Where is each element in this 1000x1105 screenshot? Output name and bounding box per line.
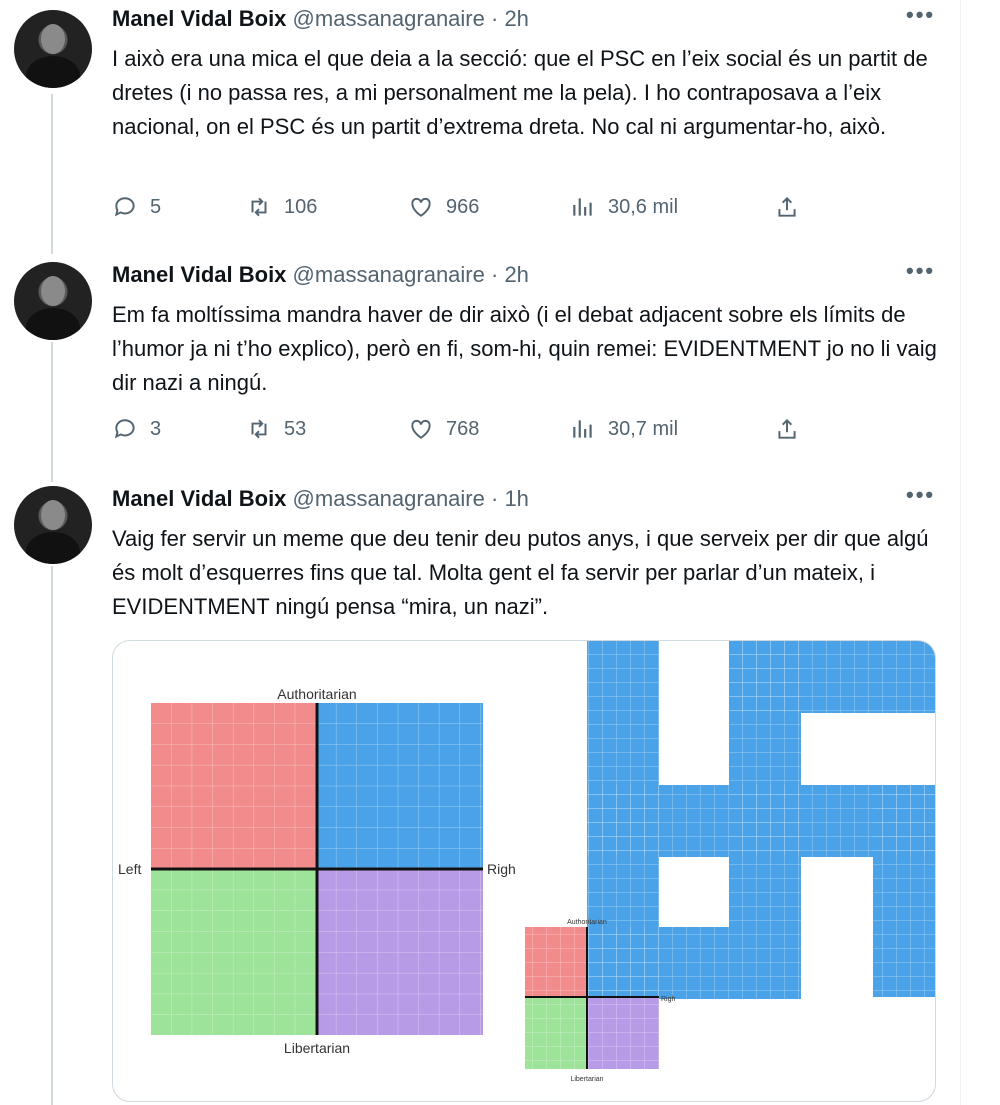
reply-icon [114,197,135,217]
retweet-count: 106 [284,195,318,218]
more-icon[interactable]: ••• [906,2,935,28]
compass-label-bottom: Libertarian [284,1040,350,1056]
retweet-icon [251,197,267,217]
tweet-time[interactable]: · 2h [491,6,529,31]
small-compass-label-top: Authoritarian [567,919,607,926]
share-button[interactable] [774,416,800,442]
reply-button[interactable]: 3 [112,416,161,442]
tweet-header: Manel Vidal Boix @massanagranaire · 2h [112,262,529,288]
tweet-time[interactable]: · 2h [491,262,529,287]
views-icon [573,420,592,438]
tweet-header: Manel Vidal Boix @massanagranaire · 2h [112,6,529,32]
more-icon[interactable]: ••• [906,482,935,508]
small-compass-label-right: Righ [661,996,676,1003]
more-icon[interactable]: ••• [906,258,935,284]
compass-label-top: Authoritarian [277,686,356,702]
share-icon [778,196,796,217]
author-name[interactable]: Manel Vidal Boix [112,486,286,511]
compass-label-right: Righ [487,861,516,877]
views-button[interactable]: 30,7 mil [570,416,678,442]
tweet-header: Manel Vidal Boix @massanagranaire · 1h [112,486,529,512]
retweet-count: 53 [284,417,307,440]
meme-image: Authoritarian Libertarian Left Righ Auth… [118,641,935,1083]
like-button[interactable]: 768 [408,416,479,442]
reply-count: 3 [150,417,162,440]
retweet-button[interactable]: 53 [246,416,306,442]
avatar[interactable] [14,262,92,340]
compass-label-left: Left [118,861,141,877]
share-icon [778,418,796,439]
like-icon [411,419,431,439]
tweet-media[interactable]: Authoritarian Libertarian Left Righ Auth… [112,640,936,1102]
tweet-actions: 3 53 768 30,7 mil [112,416,812,446]
author-name[interactable]: Manel Vidal Boix [112,262,286,287]
views-button[interactable]: 30,6 mil [570,194,678,220]
retweet-button[interactable]: 106 [246,194,317,220]
views-count: 30,7 mil [608,417,679,440]
reply-count: 5 [150,195,162,218]
tweet-text: Em fa moltíssima mandra haver de dir aix… [112,302,937,395]
tweet[interactable]: Manel Vidal Boix @massanagranaire · 2h •… [0,2,960,246]
tweet-text: I això era una mica el que deia a la sec… [112,46,928,139]
avatar[interactable] [14,10,92,88]
author-name[interactable]: Manel Vidal Boix [112,6,286,31]
views-count: 30,6 mil [608,195,679,218]
like-count: 966 [446,195,480,218]
author-handle[interactable]: @massanagranaire [293,6,485,31]
like-count: 768 [446,417,480,440]
author-handle[interactable]: @massanagranaire [293,486,485,511]
tweet-actions: 5 106 966 30,6 mil [112,194,812,224]
reply-icon [114,419,135,439]
avatar[interactable] [14,486,92,564]
share-button[interactable] [774,194,800,220]
retweet-icon [251,419,267,439]
reply-button[interactable]: 5 [112,194,161,220]
like-icon [411,197,431,217]
timeline-border [960,0,961,1105]
small-compass-label-bottom: Libertarian [570,1076,603,1083]
views-icon [573,198,592,216]
tweet-time[interactable]: · 1h [491,486,529,511]
tweet-text: Vaig fer servir un meme que deu tenir de… [112,526,929,619]
author-handle[interactable]: @massanagranaire [293,262,485,287]
like-button[interactable]: 966 [408,194,479,220]
tweet[interactable]: Manel Vidal Boix @massanagranaire · 2h •… [0,258,960,472]
